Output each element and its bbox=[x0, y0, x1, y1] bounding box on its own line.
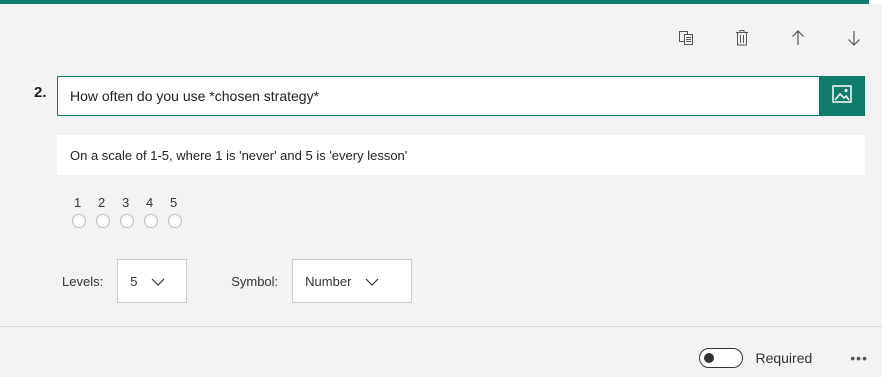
delete-question-button[interactable] bbox=[714, 24, 770, 52]
chevron-down-icon bbox=[151, 274, 165, 289]
scale-radio-1[interactable] bbox=[72, 214, 86, 228]
question-footer: Required ••• bbox=[699, 346, 882, 370]
scale-label: 3 bbox=[122, 195, 130, 210]
question-toolbar bbox=[658, 24, 882, 52]
scale-label: 5 bbox=[170, 195, 178, 210]
rating-scale: 1 2 3 4 5 bbox=[72, 195, 192, 228]
question-card: 2. How often do you use *chosen strategy… bbox=[0, 4, 882, 377]
move-down-button[interactable] bbox=[826, 24, 882, 52]
levels-select[interactable]: 5 bbox=[117, 259, 188, 303]
delete-icon bbox=[735, 30, 749, 46]
scale-label: 1 bbox=[74, 195, 82, 210]
scale-radio-3[interactable] bbox=[120, 214, 134, 228]
scale-radio-5[interactable] bbox=[168, 214, 182, 228]
question-subtitle-field[interactable]: On a scale of 1-5, where 1 is 'never' an… bbox=[57, 135, 865, 175]
copy-icon bbox=[678, 30, 694, 46]
scale-options bbox=[72, 214, 192, 228]
levels-value: 5 bbox=[130, 273, 138, 289]
chevron-down-icon bbox=[365, 274, 379, 289]
image-icon bbox=[831, 84, 852, 108]
scale-radio-2[interactable] bbox=[96, 214, 110, 228]
more-options-icon[interactable]: ••• bbox=[850, 350, 868, 366]
move-up-button[interactable] bbox=[770, 24, 826, 52]
question-number: 2. bbox=[34, 84, 47, 101]
footer-divider bbox=[0, 326, 882, 327]
scale-labels: 1 2 3 4 5 bbox=[72, 195, 192, 210]
symbol-value: Number bbox=[305, 273, 352, 289]
move-up-icon bbox=[791, 30, 805, 46]
insert-media-button[interactable] bbox=[819, 77, 864, 115]
move-down-icon bbox=[847, 30, 861, 46]
question-title-input[interactable]: How often do you use *chosen strategy* bbox=[58, 77, 819, 115]
scale-label: 4 bbox=[146, 195, 154, 210]
required-label: Required bbox=[755, 350, 813, 366]
scale-radio-4[interactable] bbox=[144, 214, 158, 228]
copy-question-button[interactable] bbox=[658, 24, 714, 52]
symbol-label: Symbol: bbox=[231, 273, 279, 289]
scale-label: 2 bbox=[98, 195, 106, 210]
required-toggle[interactable] bbox=[699, 348, 744, 368]
toggle-knob bbox=[704, 353, 715, 363]
question-title-field[interactable]: How often do you use *chosen strategy* bbox=[57, 76, 865, 116]
levels-label: Levels: bbox=[62, 273, 104, 289]
rating-controls: Levels: 5 Symbol: Number bbox=[62, 259, 413, 303]
symbol-select[interactable]: Number bbox=[292, 259, 413, 303]
